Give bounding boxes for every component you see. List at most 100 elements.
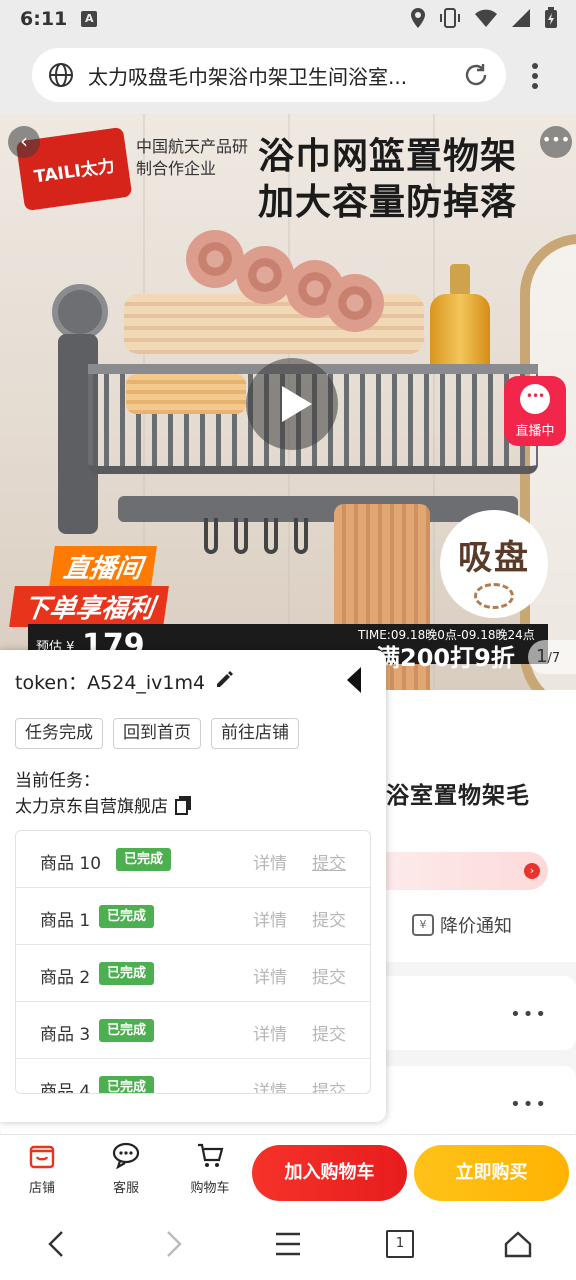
shop-button[interactable]: 店铺 <box>10 1141 74 1196</box>
more-dots-icon[interactable]: ••• <box>540 126 572 158</box>
bottle-pump-decor <box>450 264 470 296</box>
chevron-right-icon: › <box>524 863 540 879</box>
page-total: /7 <box>547 651 561 666</box>
status-badge: 已完成 <box>99 1076 155 1093</box>
task-row: 商品 2 已完成 详情 提交 <box>16 945 370 1002</box>
task-submit-link[interactable]: 提交 <box>312 963 346 988</box>
globe-icon <box>49 63 73 87</box>
signal-icon <box>512 9 530 27</box>
tabs-counter[interactable]: 1 <box>386 1230 414 1258</box>
promo-banner: 直播间 下单享福利 <box>9 546 202 627</box>
price-alert-button[interactable]: ¥ 降价通知 <box>412 912 512 938</box>
url-text[interactable]: 太力吸盘毛巾架浴巾架卫生间浴室... <box>88 61 448 90</box>
product-image-carousel[interactable]: TAILI太力 中国航天产品研制合作企业 浴巾网篮置物架 加大容量防掉落 ‹ •… <box>0 114 576 690</box>
status-bar: 6:11 A <box>0 0 576 38</box>
status-badge: 已完成 <box>116 848 172 871</box>
cart-icon <box>198 1143 224 1167</box>
home-icon[interactable] <box>500 1226 536 1262</box>
task-name: 商品 4 <box>40 1082 91 1094</box>
battery-icon <box>545 7 557 28</box>
live-streaming-badge[interactable]: 直播中 <box>504 376 566 446</box>
promo-line2: 下单享福利 <box>9 586 169 627</box>
go-store-button[interactable]: 前往店铺 <box>211 718 299 749</box>
page-indicator: 1/7 <box>528 640 576 674</box>
more-vert-icon[interactable] <box>528 62 542 90</box>
token-line: token：A524_iv1m4 <box>15 668 205 695</box>
task-detail-link[interactable]: 详情 <box>253 1077 287 1093</box>
menu-icon[interactable] <box>270 1226 306 1262</box>
task-submit-link[interactable]: 提交 <box>312 906 346 931</box>
cart-label: 购物车 <box>190 1181 230 1196</box>
current-task: 太力京东自营旗舰店 <box>15 792 194 817</box>
task-complete-button[interactable]: 任务完成 <box>15 718 103 749</box>
live-dots-icon <box>520 384 550 414</box>
rolled-towels-decor <box>176 230 396 350</box>
vibrate-icon <box>440 8 460 28</box>
status-time: 6:11 <box>20 8 68 30</box>
task-detail-link[interactable]: 详情 <box>253 1020 287 1045</box>
suction-cup-decor <box>52 284 108 340</box>
task-name: 商品 3 <box>40 1025 91 1045</box>
swirl-icon <box>474 583 514 609</box>
chat-icon <box>112 1142 140 1170</box>
task-submit-link[interactable]: 提交 <box>312 849 346 874</box>
back-home-button[interactable]: 回到首页 <box>113 718 201 749</box>
hooks-decor <box>196 518 336 558</box>
hero-title-line2: 加大容量防掉落 <box>258 182 518 223</box>
suction-badge: 吸盘 <box>440 510 548 618</box>
task-row: 商品 4 已完成 详情 提交 <box>16 1059 370 1094</box>
promo-line1: 直播间 <box>49 546 157 587</box>
task-row: 商品 1 已完成 详情 提交 <box>16 888 370 945</box>
cart-button[interactable]: 购物车 <box>178 1141 242 1196</box>
bottle-decor <box>430 294 490 374</box>
back-icon[interactable] <box>38 1226 74 1262</box>
url-bar[interactable]: 太力吸盘毛巾架浴巾架卫生间浴室... <box>32 48 506 102</box>
forward-icon[interactable] <box>156 1226 192 1262</box>
task-row: 商品 3 已完成 详情 提交 <box>16 1002 370 1059</box>
status-badge: 已完成 <box>99 1019 155 1042</box>
task-detail-link[interactable]: 详情 <box>253 906 287 931</box>
copy-icon[interactable] <box>174 795 194 815</box>
price-alert-label: 降价通知 <box>440 916 512 937</box>
token-value: A524_iv1m4 <box>87 672 206 694</box>
suction-label: 吸盘 <box>458 538 530 578</box>
task-row: 商品 10 已完成 详情 提交 <box>16 831 370 888</box>
live-label: 直播中 <box>515 424 555 439</box>
browser-toolbar: 太力吸盘毛巾架浴巾架卫生间浴室... <box>0 38 576 114</box>
task-name: 商品 10 <box>40 854 102 874</box>
collapse-triangle-icon[interactable] <box>346 666 362 694</box>
price-discount: 满200打9折 <box>376 644 515 672</box>
current-task-value: 太力京东自营旗舰店 <box>15 797 168 817</box>
play-video-icon[interactable] <box>246 358 338 450</box>
task-list: 商品 10 已完成 详情 提交 商品 1 已完成 详情 提交 商品 2 已完成 … <box>15 830 371 1094</box>
buy-now-button[interactable]: 立即购买 <box>414 1145 569 1201</box>
current-task-label: 当前任务： <box>15 771 100 791</box>
coupon-bar[interactable]: › <box>386 852 548 890</box>
back-arrow-icon[interactable]: ‹ <box>8 126 40 158</box>
service-label: 客服 <box>112 1181 139 1196</box>
browser-nav-bar: 1 <box>0 1208 576 1280</box>
status-icons <box>410 7 558 29</box>
price-tag-icon: ¥ <box>412 914 434 936</box>
add-to-cart-button[interactable]: 加入购物车 <box>252 1145 407 1201</box>
task-detail-link[interactable]: 详情 <box>253 963 287 988</box>
pencil-edit-icon[interactable] <box>214 668 236 690</box>
task-name: 商品 2 <box>40 968 91 988</box>
customer-service-button[interactable]: 客服 <box>94 1141 158 1196</box>
status-badge: 已完成 <box>99 905 155 928</box>
task-detail-link[interactable]: 详情 <box>253 849 287 874</box>
task-submit-link[interactable]: 提交 <box>312 1077 346 1093</box>
yellow-towel-decor <box>126 374 246 414</box>
panel-button-group: 任务完成 回到首页 前往店铺 <box>15 718 299 749</box>
token-label: token： <box>15 672 88 694</box>
more-dots-icon: ••• <box>510 1094 548 1115</box>
task-name: 商品 1 <box>40 911 91 931</box>
product-title: 浴室置物架毛 <box>386 783 530 809</box>
task-submit-link[interactable]: 提交 <box>312 1020 346 1045</box>
task-panel: token：A524_iv1m4 任务完成 回到首页 前往店铺 当前任务： 太力… <box>0 650 386 1122</box>
brand-subtitle: 中国航天产品研制合作企业 <box>136 137 249 178</box>
reload-icon[interactable] <box>462 61 490 89</box>
page-current: 1 <box>536 646 548 667</box>
status-badge: 已完成 <box>99 962 155 985</box>
shop-icon <box>29 1145 55 1169</box>
